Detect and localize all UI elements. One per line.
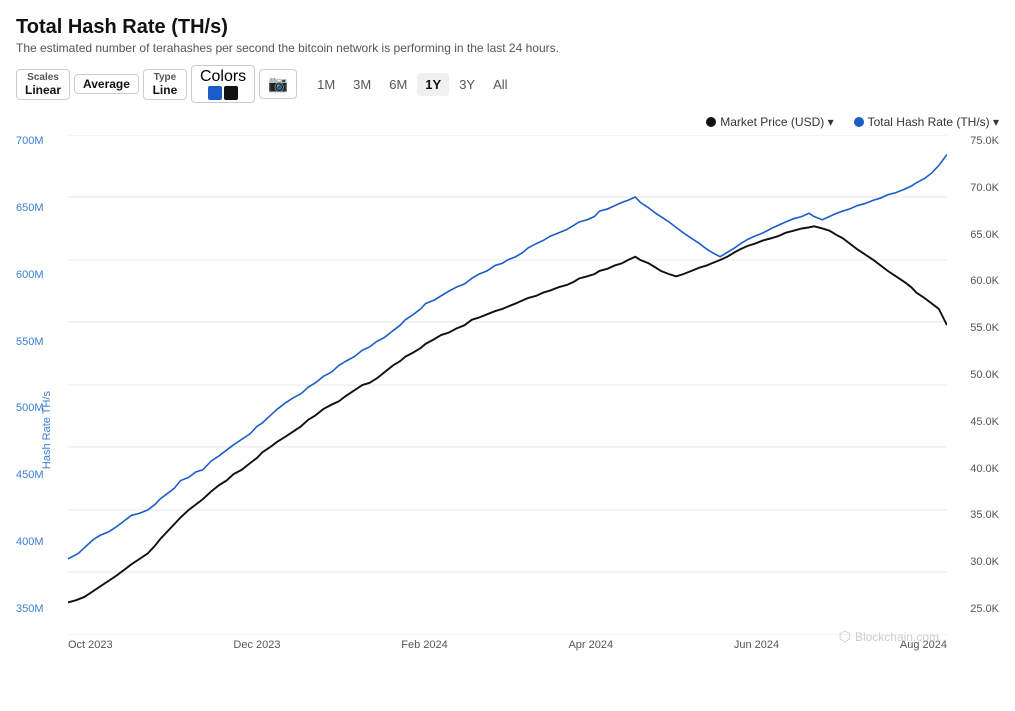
scales-label: Scales	[27, 72, 59, 83]
type-value: Line	[153, 83, 178, 97]
time-btn-all[interactable]: All	[485, 73, 515, 96]
time-btn-1m[interactable]: 1M	[309, 73, 343, 96]
legend-market-price: Market Price (USD) ▾	[706, 115, 833, 129]
time-btn-6m[interactable]: 6M	[381, 73, 415, 96]
legend-dot-blue	[854, 117, 864, 127]
page-subtitle: The estimated number of terahashes per s…	[16, 41, 999, 55]
camera-button[interactable]: 📷	[259, 69, 297, 99]
color-swatch-black	[224, 86, 238, 100]
color-swatches	[208, 86, 238, 100]
scales-control[interactable]: Scales Linear	[16, 69, 70, 100]
legend-hash-rate: Total Hash Rate (TH/s) ▾	[854, 115, 999, 129]
legend-dot-black	[706, 117, 716, 127]
y-left-title: Hash Rate TH/s	[41, 391, 53, 469]
y-axis-right: 75.0K 70.0K 65.0K 60.0K 55.0K 50.0K 45.0…	[947, 135, 999, 635]
time-btn-3y[interactable]: 3Y	[451, 73, 483, 96]
average-label: Average	[83, 77, 130, 91]
chart-area: Hash Rate TH/s 700M 650M 600M 550M 500M …	[16, 135, 999, 635]
color-swatch-blue	[208, 86, 222, 100]
type-label: Type	[154, 72, 177, 83]
time-btn-1y[interactable]: 1Y	[417, 73, 449, 96]
chart-legend: Market Price (USD) ▾ Total Hash Rate (TH…	[16, 115, 999, 129]
type-control[interactable]: Type Line	[143, 69, 187, 100]
average-control[interactable]: Average	[74, 74, 139, 94]
scales-value: Linear	[25, 83, 61, 97]
colors-label: Colors	[200, 68, 246, 86]
time-range-buttons: 1M 3M 6M 1Y 3Y All	[309, 73, 515, 96]
chart-container: Market Price (USD) ▾ Total Hash Rate (TH…	[16, 115, 999, 675]
time-btn-3m[interactable]: 3M	[345, 73, 379, 96]
chart-svg	[68, 135, 947, 635]
colors-control[interactable]: Colors	[191, 65, 255, 103]
y-axis-left: Hash Rate TH/s 700M 650M 600M 550M 500M …	[16, 135, 68, 635]
watermark: ⬡ Blockchain.com	[839, 628, 939, 645]
legend-hash-rate-label: Total Hash Rate (TH/s) ▾	[868, 115, 999, 129]
toolbar: Scales Linear Average Type Line Colors 📷…	[16, 65, 999, 103]
legend-market-price-label: Market Price (USD) ▾	[720, 115, 833, 129]
page-title: Total Hash Rate (TH/s)	[16, 16, 999, 39]
